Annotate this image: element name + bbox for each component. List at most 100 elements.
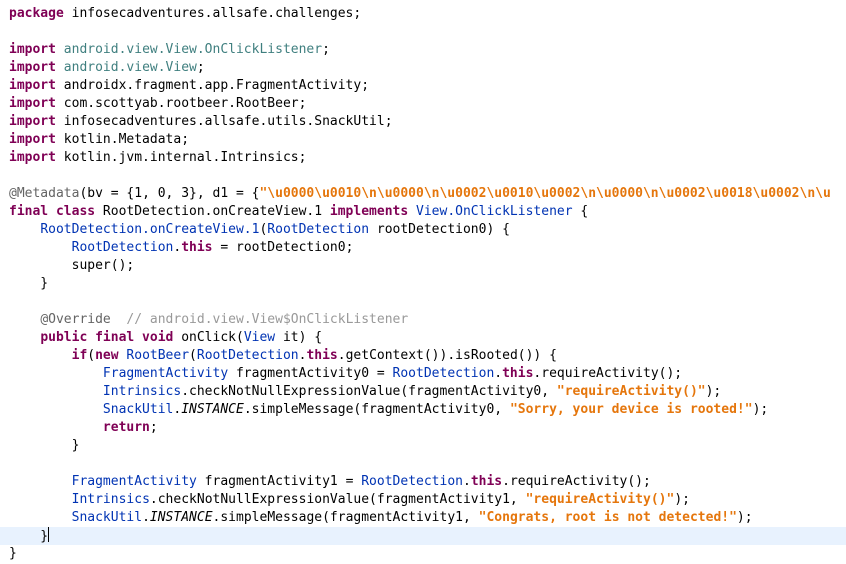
code-token: View.OnClickListener <box>416 204 573 219</box>
code-line[interactable]: @Override // android.view.View$OnClickLi… <box>0 311 846 329</box>
code-token: ; <box>196 60 205 75</box>
code-token: INSTANCE <box>149 510 213 525</box>
code-token: new <box>95 348 119 363</box>
code-token: androidx.fragment.app.FragmentActivity; <box>55 78 370 93</box>
code-line[interactable]: @Metadata(bv = {1, 0, 3}, d1 = {"\u0000\… <box>0 185 846 203</box>
code-token: "requireActivity()" <box>556 384 706 399</box>
code-token: ); <box>752 402 769 417</box>
code-token: super(); <box>9 258 135 273</box>
code-token: ( <box>189 348 197 363</box>
code-token: . <box>494 366 503 381</box>
code-token: @Override <box>40 312 111 327</box>
code-token: import <box>9 132 56 147</box>
code-token: rootDetection0) { <box>369 222 510 237</box>
code-line[interactable]: FragmentActivity fragmentActivity0 = Roo… <box>0 365 846 383</box>
code-token: SnackUtil <box>71 510 143 525</box>
code-line[interactable]: Intrinsics.checkNotNullExpressionValue(f… <box>0 491 846 509</box>
code-token: import <box>9 42 56 57</box>
code-token: ( <box>87 348 96 363</box>
code-token: this <box>470 474 503 489</box>
code-line[interactable]: import kotlin.Metadata; <box>0 131 846 149</box>
code-line[interactable]: import androidx.fragment.app.FragmentAct… <box>0 77 846 95</box>
code-token: kotlin.Metadata; <box>55 132 190 147</box>
code-token: } <box>9 438 80 453</box>
code-token: public final void <box>40 330 174 345</box>
code-token: import <box>9 78 56 93</box>
code-token: fragmentActivity1 = <box>196 474 362 489</box>
code-token: = rootDetection0; <box>212 240 354 255</box>
code-token: com.scottyab.rootbeer.RootBeer; <box>55 96 307 111</box>
code-token: this <box>502 366 534 381</box>
code-line[interactable]: public final void onClick(View it) { <box>0 329 846 347</box>
code-token: this <box>306 348 338 363</box>
code-line[interactable]: import android.view.View; <box>0 59 846 77</box>
code-token: Intrinsics <box>71 492 150 507</box>
code-line[interactable] <box>0 167 846 185</box>
code-token: . <box>462 474 471 489</box>
code-token: ); <box>705 384 722 399</box>
code-line[interactable]: } <box>0 437 846 455</box>
code-line[interactable]: } <box>0 527 846 545</box>
code-token: } <box>9 529 49 544</box>
code-line[interactable]: import infosecadventures.allsafe.utils.S… <box>0 113 846 131</box>
code-line[interactable]: RootDetection.onCreateView.1(RootDetecti… <box>0 221 846 239</box>
code-line[interactable]: return; <box>0 419 846 437</box>
code-line[interactable]: package infosecadventures.allsafe.challe… <box>0 5 846 23</box>
code-token: return <box>102 420 150 435</box>
code-token: RootDetection <box>361 474 463 489</box>
code-token: ); <box>736 510 753 525</box>
code-line[interactable]: Intrinsics.checkNotNullExpressionValue(f… <box>0 383 846 401</box>
code-token: Intrinsics <box>102 384 182 399</box>
code-token: import <box>9 60 56 75</box>
code-line[interactable]: } <box>0 545 846 563</box>
code-editor[interactable]: package infosecadventures.allsafe.challe… <box>0 0 846 564</box>
code-token: "requireActivity()" <box>525 492 675 507</box>
code-line[interactable] <box>0 455 846 473</box>
code-line[interactable]: import com.scottyab.rootbeer.RootBeer; <box>0 95 846 113</box>
code-token: ; <box>149 420 158 435</box>
code-token: android.view.View <box>63 60 197 75</box>
code-token: final class <box>9 204 96 219</box>
code-token: .simpleMessage(fragmentActivity1, <box>212 510 479 525</box>
code-token: SnackUtil <box>102 402 174 417</box>
code-token: @Metadata <box>9 186 80 201</box>
code-line[interactable]: } <box>0 275 846 293</box>
code-line[interactable]: super(); <box>0 257 846 275</box>
code-token: package <box>9 6 64 21</box>
code-line[interactable] <box>0 293 846 311</box>
code-token: (bv = {1, 0, 3}, d1 = { <box>79 186 260 201</box>
code-line[interactable] <box>0 23 846 41</box>
code-line[interactable]: if(new RootBeer(RootDetection.this.getCo… <box>0 347 846 365</box>
code-token: .requireActivity(); <box>502 474 651 489</box>
text-caret <box>48 527 50 542</box>
code-token: "\u0000\u0010\n\u0000\n\u0002\u0010\u000… <box>259 186 831 201</box>
code-token: if <box>71 348 88 363</box>
code-line[interactable]: FragmentActivity fragmentActivity1 = Roo… <box>0 473 846 491</box>
code-line[interactable]: RootDetection.this = rootDetection0; <box>0 239 846 257</box>
code-line[interactable]: final class RootDetection.onCreateView.1… <box>0 203 846 221</box>
code-line[interactable]: import kotlin.jvm.internal.Intrinsics; <box>0 149 846 167</box>
code-token: this <box>181 240 213 255</box>
code-token: import <box>9 96 56 111</box>
code-line[interactable]: import android.view.View.OnClickListener… <box>0 41 846 59</box>
code-token: RootDetection.onCreateView.1 <box>95 204 330 219</box>
code-token: RootDetection <box>71 240 174 255</box>
code-line[interactable]: SnackUtil.INSTANCE.simpleMessage(fragmen… <box>0 401 846 419</box>
code-token: RootDetection <box>196 348 299 363</box>
code-line[interactable]: SnackUtil.INSTANCE.simpleMessage(fragmen… <box>0 509 846 527</box>
code-token: RootDetection <box>267 222 370 237</box>
code-token: RootBeer <box>126 348 190 363</box>
code-token: RootDetection.onCreateView.1 <box>40 222 260 237</box>
